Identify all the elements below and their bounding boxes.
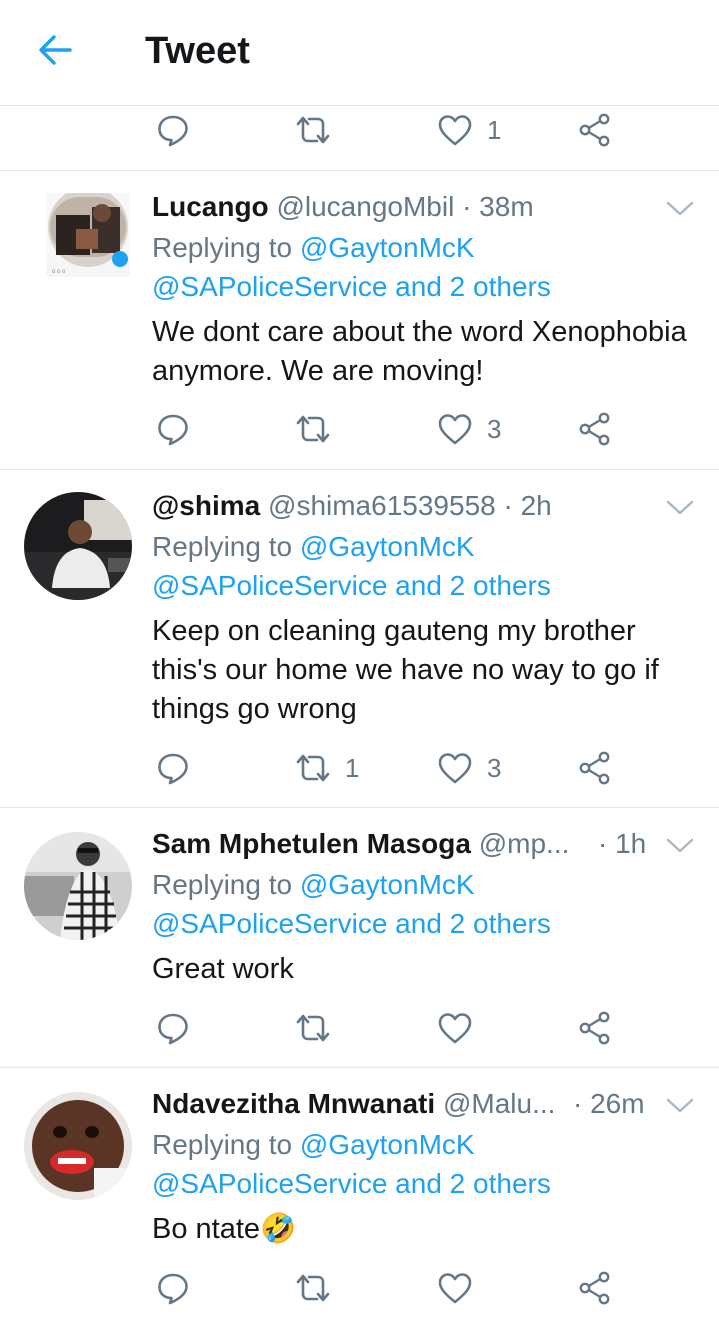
avatar[interactable] xyxy=(24,1092,132,1200)
retweet-button[interactable] xyxy=(295,409,331,449)
reply-button[interactable] xyxy=(155,1268,191,1308)
tweet-actions: 1 xyxy=(155,110,625,160)
replying-user-link[interactable]: @GaytonMcK xyxy=(300,1129,475,1160)
user-name[interactable]: Sam Mphetulen Masoga xyxy=(152,828,471,859)
share-icon xyxy=(577,112,613,148)
chevron-down-icon[interactable] xyxy=(665,1096,695,1116)
replying-user-link[interactable]: @GaytonMcK xyxy=(300,232,475,263)
retweet-icon xyxy=(295,750,331,786)
retweet-button[interactable] xyxy=(295,110,331,150)
retweet-count: 1 xyxy=(345,752,360,783)
replying-others-link[interactable]: @SAPoliceService and 2 others xyxy=(152,905,551,943)
replying-to-label: Replying to xyxy=(152,1129,293,1160)
reply-icon xyxy=(155,411,191,447)
heart-icon xyxy=(437,1270,473,1306)
replying-user-link[interactable]: @GaytonMcK xyxy=(300,869,475,900)
heart-icon xyxy=(437,750,473,786)
like-button[interactable] xyxy=(437,1268,473,1308)
tweet-time: · 38m xyxy=(462,191,534,222)
tweet-actions xyxy=(155,1008,625,1058)
user-name[interactable]: @shima xyxy=(152,490,260,521)
user-handle[interactable]: @shima61539558 xyxy=(268,490,496,521)
replying-to-label: Replying to xyxy=(152,869,293,900)
reply-icon xyxy=(155,750,191,786)
heart-icon xyxy=(437,411,473,447)
heart-icon xyxy=(437,1010,473,1046)
share-button[interactable] xyxy=(577,1008,613,1048)
reply-icon xyxy=(155,1010,191,1046)
tweet-text: Great work xyxy=(152,953,294,985)
user-handle[interactable]: @mp... xyxy=(479,828,570,859)
page-title: Tweet xyxy=(145,30,250,72)
share-icon xyxy=(577,1010,613,1046)
avatar[interactable] xyxy=(24,832,132,940)
reply-button[interactable] xyxy=(155,409,191,449)
retweet-button[interactable]: 1 xyxy=(295,748,359,788)
replying-to-label: Replying to xyxy=(152,531,293,562)
tweet-time: · 2h xyxy=(503,490,552,521)
reply-button[interactable] xyxy=(155,1008,191,1048)
share-button[interactable] xyxy=(577,748,613,788)
tweet-text: Keep on cleaning gauteng my brother this… xyxy=(152,615,659,725)
replying-others-link[interactable]: @SAPoliceService and 2 others xyxy=(152,268,551,306)
retweet-icon xyxy=(295,411,331,447)
retweet-icon xyxy=(295,1010,331,1046)
reply-button[interactable] xyxy=(155,748,191,788)
share-icon xyxy=(577,1270,613,1306)
tweet-text: We dont care about the word Xenophobia a… xyxy=(152,316,687,387)
like-button[interactable] xyxy=(437,1008,473,1048)
top-app-bar: Tweet xyxy=(0,0,719,106)
avatar[interactable] xyxy=(24,492,132,600)
share-icon xyxy=(577,411,613,447)
chevron-down-icon[interactable] xyxy=(665,498,695,518)
replying-others-link[interactable]: @SAPoliceService and 2 others xyxy=(152,1165,551,1203)
reply-icon xyxy=(155,112,191,148)
tweet-actions: 3 xyxy=(155,409,625,459)
tweet-actions xyxy=(155,1268,625,1318)
divider xyxy=(0,170,719,171)
retweet-icon xyxy=(295,1270,331,1306)
user-name[interactable]: Ndavezitha Mnwanati xyxy=(152,1088,435,1119)
replying-user-link[interactable]: @GaytonMcK xyxy=(300,531,475,562)
like-count: 1 xyxy=(487,114,502,145)
tweet-actions: 1 3 xyxy=(155,748,625,798)
chevron-down-icon[interactable] xyxy=(665,836,695,856)
share-button[interactable] xyxy=(577,110,613,150)
share-icon xyxy=(577,750,613,786)
tweet-time: · 1h xyxy=(598,828,647,859)
divider xyxy=(0,1067,719,1068)
divider xyxy=(0,807,719,808)
user-name[interactable]: Lucango xyxy=(152,191,269,222)
like-button[interactable]: 3 xyxy=(437,409,501,449)
tweet-time: · 26m xyxy=(573,1088,645,1119)
like-button[interactable]: 3 xyxy=(437,748,501,788)
replying-others-link[interactable]: @SAPoliceService and 2 others xyxy=(152,567,551,605)
like-count: 3 xyxy=(487,413,502,444)
retweet-button[interactable] xyxy=(295,1008,331,1048)
user-handle[interactable]: @lucangoMbil xyxy=(276,191,454,222)
user-handle[interactable]: @Malu... xyxy=(443,1088,555,1119)
share-button[interactable] xyxy=(577,1268,613,1308)
avatar[interactable]: o o o xyxy=(46,193,130,277)
retweet-button[interactable] xyxy=(295,1268,331,1308)
retweet-icon xyxy=(295,112,331,148)
tweet-text: Bo ntate🤣 xyxy=(152,1213,297,1245)
divider xyxy=(0,469,719,470)
svg-text:o o o: o o o xyxy=(52,269,66,275)
like-count: 3 xyxy=(487,752,502,783)
arrow-left-icon[interactable] xyxy=(36,30,76,70)
reply-icon xyxy=(155,1270,191,1306)
chevron-down-icon[interactable] xyxy=(665,199,695,219)
reply-button[interactable] xyxy=(155,110,191,150)
like-button[interactable]: 1 xyxy=(437,110,501,150)
replying-to-label: Replying to xyxy=(152,232,293,263)
heart-icon xyxy=(437,112,473,148)
share-button[interactable] xyxy=(577,409,613,449)
